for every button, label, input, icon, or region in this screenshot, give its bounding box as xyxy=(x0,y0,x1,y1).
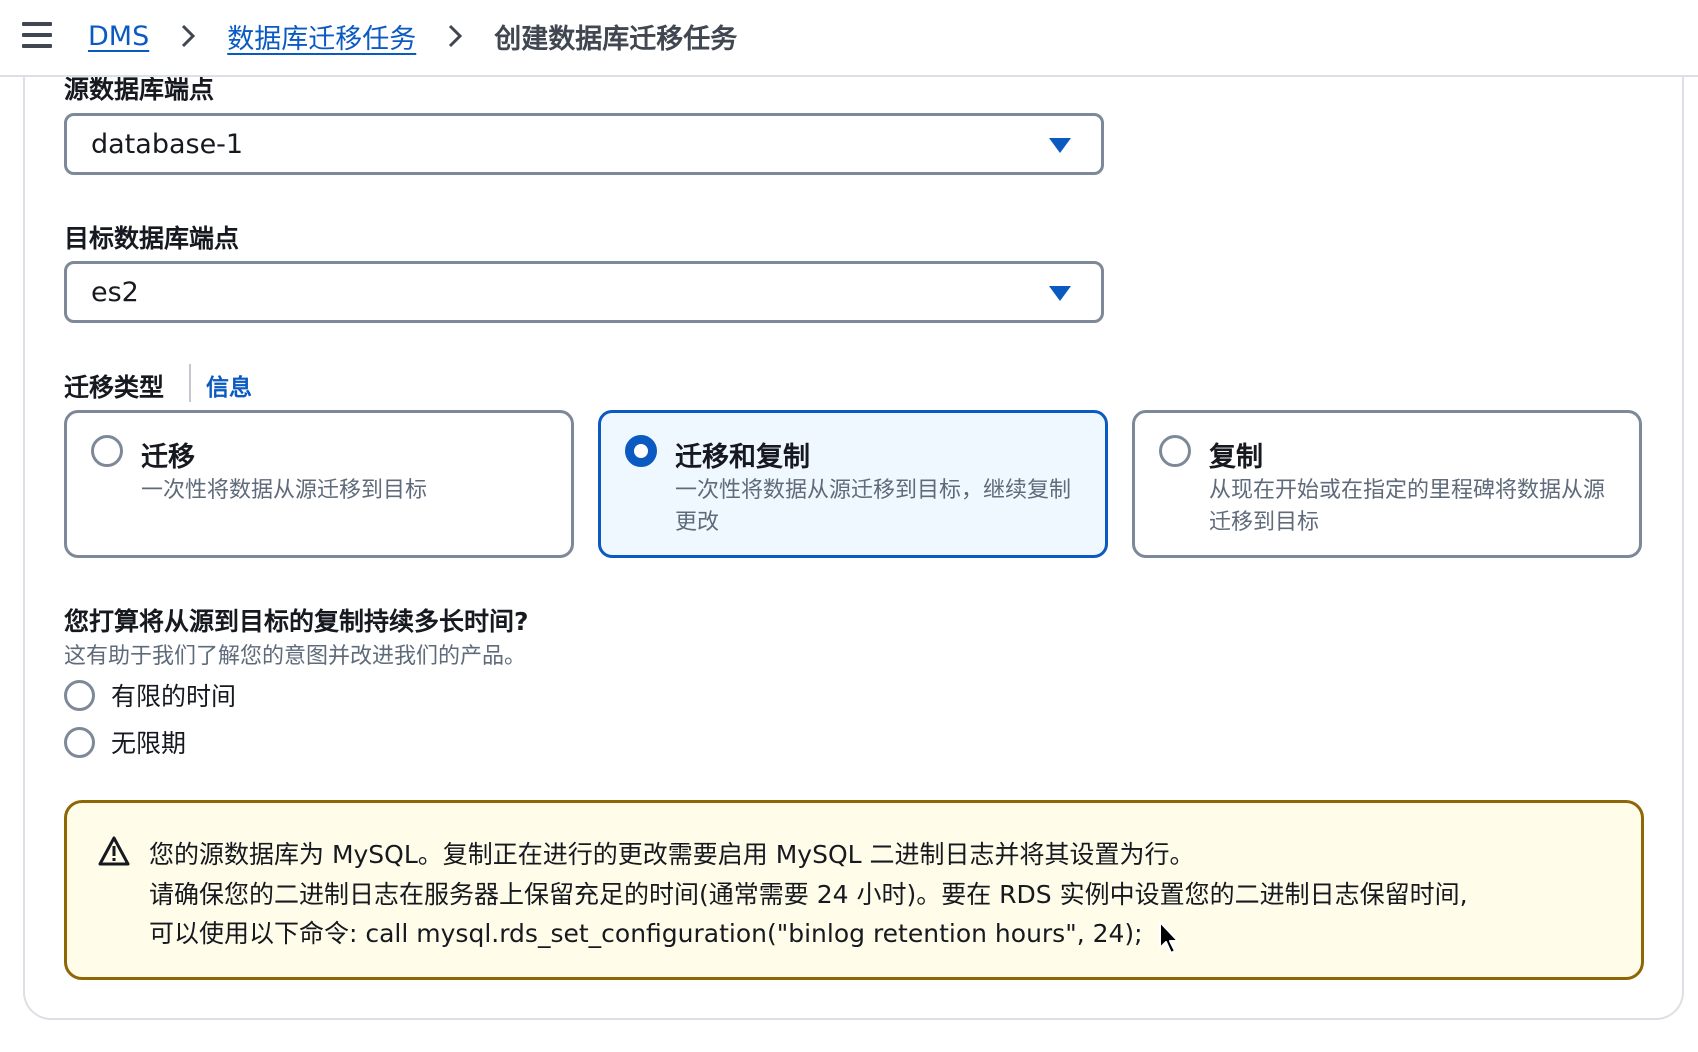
radio-button[interactable] xyxy=(1159,435,1191,467)
option-label: 无限期 xyxy=(111,729,187,758)
menu-icon[interactable] xyxy=(22,22,52,48)
tile-title: 迁移和复制 xyxy=(675,442,810,473)
breadcrumb: DMS 数据库迁移任务 创建数据库迁移任务 xyxy=(88,16,737,56)
warning-icon xyxy=(97,835,131,867)
warning-alert: 您的源数据库为 MySQL。复制正在进行的更改需要启用 MySQL 二进制日志并… xyxy=(64,800,1644,980)
migration-type-tile-replicate[interactable]: 复制 从现在开始或在指定的里程碑将数据从源迁移到目标 xyxy=(1132,410,1642,558)
migration-type-label: 迁移类型 xyxy=(64,373,165,402)
caret-down-icon xyxy=(1049,286,1071,301)
tile-description: 一次性将数据从源迁移到目标 xyxy=(141,478,428,503)
alert-text-line: 可以使用以下命令: call mysql.rds_set_configurati… xyxy=(149,919,1143,948)
radio-button[interactable] xyxy=(91,435,123,467)
duration-question: 您打算将从源到目标的复制持续多长时间? xyxy=(64,607,529,636)
mouse-cursor-icon xyxy=(1158,920,1182,956)
tile-description: 从现在开始或在指定的里程碑将数据从源迁移到目标 xyxy=(1209,478,1606,535)
breadcrumb-current: 创建数据库迁移任务 xyxy=(494,23,738,55)
breadcrumb-link-dms[interactable]: DMS xyxy=(88,21,149,52)
chevron-right-icon xyxy=(175,23,201,49)
migration-type-tile-migrate-replicate[interactable]: 迁移和复制 一次性将数据从源迁移到目标，继续复制更改 xyxy=(598,410,1108,558)
alert-text-line: 您的源数据库为 MySQL。复制正在进行的更改需要启用 MySQL 二进制日志并… xyxy=(149,840,1195,869)
radio-button[interactable] xyxy=(64,726,95,758)
label-divider xyxy=(189,364,191,402)
target-endpoint-value: es2 xyxy=(91,276,139,308)
caret-down-icon xyxy=(1049,138,1071,153)
info-link[interactable]: 信息 xyxy=(206,368,252,402)
option-label: 有限的时间 xyxy=(111,682,237,711)
chevron-right-icon xyxy=(442,23,468,49)
radio-button-selected[interactable] xyxy=(625,435,657,467)
migration-type-tile-migrate[interactable]: 迁移 一次性将数据从源迁移到目标 xyxy=(64,410,574,558)
duration-option-indefinite[interactable]: 无限期 xyxy=(64,725,186,759)
target-endpoint-label: 目标数据库端点 xyxy=(64,224,240,253)
source-endpoint-select[interactable]: database-1 xyxy=(64,113,1104,175)
alert-text-line: 请确保您的二进制日志在服务器上保留充足的时间(通常需要 24 小时)。要在 RD… xyxy=(149,880,1468,909)
radio-button[interactable] xyxy=(64,679,95,711)
breadcrumb-link-migration-tasks[interactable]: 数据库迁移任务 xyxy=(227,17,416,56)
top-navigation-bar: DMS 数据库迁移任务 创建数据库迁移任务 xyxy=(0,0,1698,77)
duration-option-limited[interactable]: 有限的时间 xyxy=(64,678,236,712)
duration-subtext: 这有助于我们了解您的意图并改进我们的产品。 xyxy=(64,644,527,669)
source-endpoint-value: database-1 xyxy=(91,128,244,160)
target-endpoint-select[interactable]: es2 xyxy=(64,261,1104,323)
tile-description: 一次性将数据从源迁移到目标，继续复制更改 xyxy=(675,478,1072,535)
tile-title: 复制 xyxy=(1209,442,1263,473)
tile-title: 迁移 xyxy=(141,442,195,473)
